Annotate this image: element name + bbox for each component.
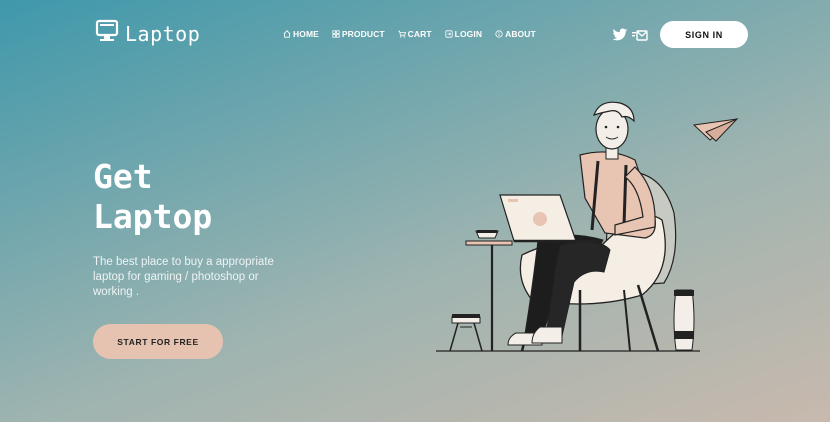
hero-illustration <box>430 95 750 362</box>
hero-title-line1: Get <box>93 157 153 196</box>
paper-plane-icon <box>692 118 739 142</box>
nav-cart-label: CART <box>407 29 432 39</box>
start-for-free-button[interactable]: START FOR FREE <box>93 324 223 359</box>
side-table <box>465 230 513 351</box>
nav-product-label: PRODUCT <box>341 29 385 39</box>
brand-logo[interactable]: Laptop <box>95 19 200 48</box>
info-icon <box>495 30 503 38</box>
hero-title-line2: Laptop <box>93 197 213 236</box>
hero-subtitle: The best place to buy a appropriate lapt… <box>93 256 274 298</box>
nav-about[interactable]: ABOUT <box>495 29 536 39</box>
nav-home[interactable]: HOME <box>283 29 319 39</box>
vase <box>673 289 695 351</box>
main-nav: HOME PRODUCT CART LOGIN ABOUT <box>283 29 536 39</box>
nav-product[interactable]: PRODUCT <box>332 29 385 39</box>
login-icon <box>445 30 453 38</box>
nav-about-label: ABOUT <box>505 29 536 39</box>
sign-in-button[interactable]: SIGN IN <box>660 21 748 48</box>
twitter-icon[interactable] <box>612 28 628 47</box>
stool <box>449 314 483 352</box>
home-icon <box>283 30 291 38</box>
cart-icon <box>398 30 406 38</box>
grid-icon <box>332 30 340 38</box>
mail-icon[interactable] <box>632 29 648 47</box>
monitor-icon <box>95 19 119 48</box>
nav-login[interactable]: LOGIN <box>445 29 482 39</box>
nav-home-label: HOME <box>293 29 319 39</box>
nav-login-label: LOGIN <box>454 29 483 39</box>
brand-name: Laptop <box>125 21 201 46</box>
nav-cart[interactable]: CART <box>398 29 432 39</box>
social-links <box>612 28 648 47</box>
hero-title: Get Laptop <box>93 157 212 237</box>
